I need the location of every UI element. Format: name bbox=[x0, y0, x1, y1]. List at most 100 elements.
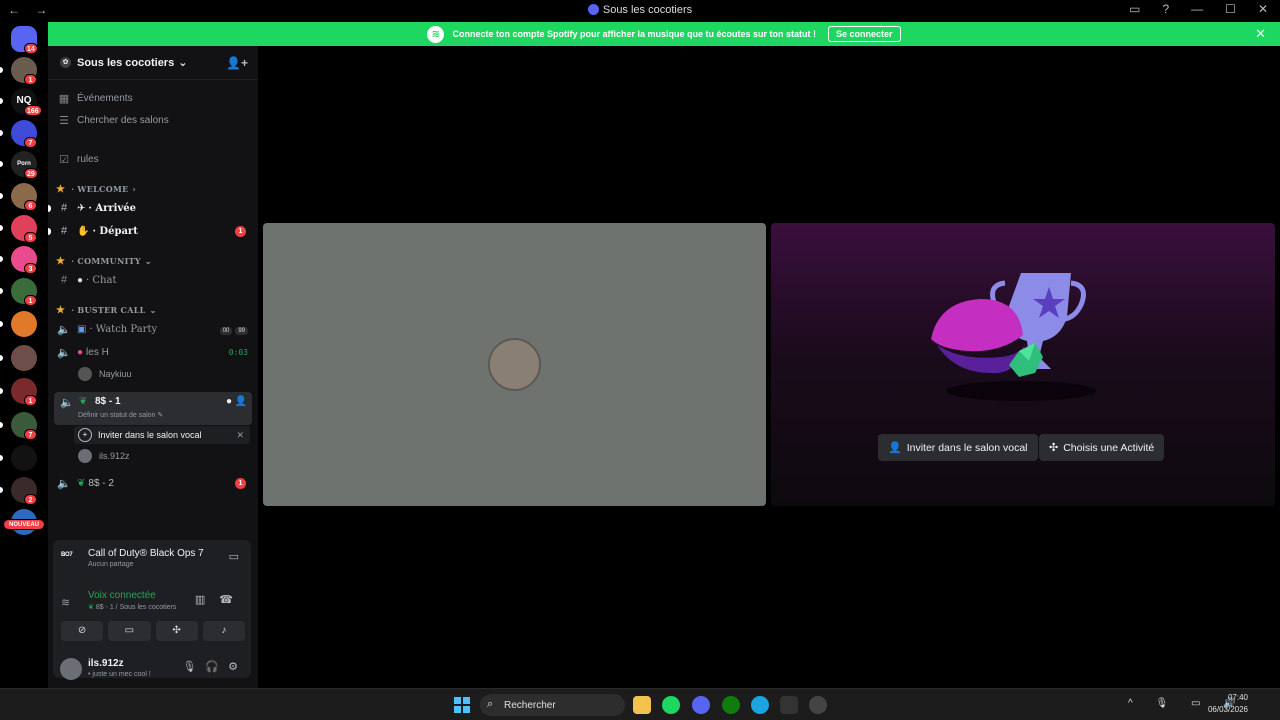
search-icon: ⌕ bbox=[487, 698, 494, 710]
title-bar: ← → Sous les cocotiers ▭ ? — ☐ ✕ bbox=[0, 0, 1280, 22]
channel-chat[interactable]: # ● · Chat bbox=[56, 270, 252, 290]
channel-label: 8$ - 1 bbox=[95, 396, 121, 407]
server-14-icon[interactable] bbox=[11, 445, 37, 471]
voice-user-naykiuu[interactable]: Naykiuu bbox=[78, 365, 132, 383]
mention-badge: 1 bbox=[235, 477, 246, 489]
user-name[interactable]: ils.912z bbox=[88, 658, 124, 669]
tv-icon: ▣ bbox=[77, 323, 87, 335]
search-label: Rechercher bbox=[504, 699, 556, 711]
banner-text: Connecte ton compte Spotify pour affiche… bbox=[452, 29, 816, 39]
wave-icon: ✋ bbox=[77, 225, 90, 237]
banner-close-icon[interactable]: ✕ bbox=[1255, 26, 1266, 42]
channel-label: · Départ bbox=[92, 225, 138, 237]
unread-indicator bbox=[0, 161, 3, 167]
maximize-icon[interactable]: ☐ bbox=[1225, 2, 1236, 16]
browse-label: Chercher des salons bbox=[77, 114, 169, 126]
windows-taskbar: ⌕ Rechercher ^ 🎙 ▭ 🔊 07:40 06/03/2026 bbox=[0, 688, 1280, 720]
invite-voice-button[interactable]: 👤 Inviter dans le salon vocal bbox=[878, 434, 1038, 461]
category-community[interactable]: ★ · COMMUNITY ⌄ bbox=[56, 251, 252, 271]
server-10-icon[interactable] bbox=[11, 311, 37, 337]
category-buster-call[interactable]: ★ · BUSTER CALL ⌄ bbox=[56, 300, 252, 320]
disconnect-icon[interactable]: ☎ bbox=[219, 594, 247, 606]
voice-user-ils912z[interactable]: ils.912z bbox=[78, 447, 130, 465]
voice-watch-party[interactable]: 🔈 ▣ · Watch Party 00 99 bbox=[56, 319, 252, 339]
dismiss-icon[interactable]: ✕ bbox=[236, 430, 244, 441]
invite-icon[interactable]: 👤 bbox=[235, 396, 247, 407]
invite-people-icon[interactable]: 👤+ bbox=[226, 56, 248, 70]
headphones-icon[interactable]: 🎧 bbox=[205, 661, 228, 673]
unread-indicator bbox=[0, 130, 3, 136]
help-icon[interactable]: ? bbox=[1162, 2, 1169, 16]
close-icon[interactable]: ✕ bbox=[1258, 2, 1268, 16]
spotify-icon[interactable] bbox=[662, 696, 680, 714]
screen-share-button[interactable]: ▭ bbox=[108, 621, 151, 641]
channel-rules[interactable]: ☑ rules bbox=[56, 149, 252, 169]
chevron-down-icon: ⌄ bbox=[149, 305, 157, 315]
server-header[interactable]: ✿ Sous les cocotiers ⌄ 👤+ bbox=[48, 46, 258, 80]
server-badge: 7 bbox=[24, 429, 37, 440]
chevron-right-icon: › bbox=[132, 184, 137, 194]
voice-connection: ≋ Voix connectée ❦ 8$ - 1 / Sous les coc… bbox=[61, 590, 247, 618]
unread-indicator bbox=[0, 225, 3, 231]
voice-status-title[interactable]: Voix connectée bbox=[88, 590, 156, 601]
microphone-icon[interactable]: 🎙 bbox=[182, 661, 205, 673]
voice-les-h[interactable]: 🔈 ● les H 0:03 bbox=[56, 342, 252, 362]
category-welcome[interactable]: ★ · WELCOME › bbox=[56, 179, 252, 199]
voice-channel-selected[interactable]: 🔈 ❦ 8$ - 1 Définir un statut de salon ✎ … bbox=[54, 392, 252, 425]
window-title: Sous les cocotiers bbox=[0, 4, 1280, 16]
server-badge: 14 bbox=[24, 43, 38, 54]
server-badge: 166 bbox=[24, 105, 42, 116]
speaker-icon: 🔈 bbox=[60, 397, 74, 409]
server-badge: 1 bbox=[24, 74, 37, 85]
set-status[interactable]: Définir un statut de salon ✎ bbox=[78, 411, 163, 419]
events-link[interactable]: ▦ Événements bbox=[56, 88, 252, 108]
user-avatar[interactable] bbox=[60, 658, 82, 680]
steam-icon[interactable] bbox=[809, 696, 827, 714]
status-label: Définir un statut de salon bbox=[78, 412, 156, 419]
voice-82[interactable]: 🔈 ❦ 8$ - 2 1 bbox=[56, 473, 252, 493]
user-name: ils.912z bbox=[99, 451, 130, 461]
edge-icon[interactable] bbox=[751, 696, 769, 714]
user-video-tile[interactable] bbox=[263, 223, 766, 506]
channel-label: 8$ - 2 bbox=[88, 477, 114, 489]
spotify-connect-button[interactable]: Se connecter bbox=[828, 26, 901, 42]
server-badge: 1 bbox=[24, 295, 37, 306]
app-icon[interactable] bbox=[780, 696, 798, 714]
invite-button-label: Inviter dans le salon vocal bbox=[906, 441, 1028, 454]
browse-channels-link[interactable]: ☰ Chercher des salons bbox=[56, 110, 252, 130]
channel-label: · Arrivée bbox=[88, 202, 136, 214]
camera-off-button[interactable]: ⊘ bbox=[61, 621, 104, 641]
spotify-banner: ≋ Connecte ton compte Spotify pour affic… bbox=[48, 22, 1280, 46]
server-11-icon[interactable] bbox=[11, 345, 37, 371]
activities-button[interactable]: ✣ bbox=[155, 621, 198, 641]
channel-depart[interactable]: # ✋ · Départ 1 bbox=[48, 221, 252, 241]
channel-arrivee[interactable]: # ✈ · Arrivée bbox=[48, 198, 252, 218]
user-avatar bbox=[488, 338, 541, 391]
taskbar-search[interactable]: ⌕ Rechercher bbox=[480, 694, 625, 716]
new-badge: NOUVEAU bbox=[3, 519, 45, 530]
user-name: Naykiuu bbox=[99, 369, 132, 379]
plane-icon: ✈ bbox=[77, 202, 86, 214]
windows-start-icon[interactable] bbox=[454, 697, 470, 713]
choose-activity-button[interactable]: ✣ Choisis une Activité bbox=[1039, 434, 1165, 461]
noise-suppression-icon[interactable]: ▥ bbox=[195, 594, 219, 606]
stream-game-icon[interactable]: ▭ bbox=[229, 550, 239, 563]
minimize-icon[interactable]: — bbox=[1191, 2, 1203, 16]
star-icon: ★ bbox=[56, 183, 66, 195]
invite-voice-row[interactable]: + Inviter dans le salon vocal ✕ bbox=[74, 426, 250, 444]
time: 07:40 bbox=[1227, 693, 1248, 702]
clock[interactable]: 07:40 06/03/2026 bbox=[1208, 692, 1248, 716]
chat-icon[interactable]: ● bbox=[226, 396, 232, 407]
hash-icon: # bbox=[60, 225, 68, 237]
unread-indicator bbox=[0, 98, 3, 104]
gear-icon[interactable]: ⚙ bbox=[228, 661, 247, 673]
xbox-icon[interactable] bbox=[722, 696, 740, 714]
unread-indicator bbox=[0, 388, 3, 394]
file-explorer-icon[interactable] bbox=[633, 696, 651, 714]
discord-icon[interactable] bbox=[692, 696, 710, 714]
inbox-icon[interactable]: ▭ bbox=[1129, 2, 1140, 16]
server-icon: ✿ bbox=[60, 57, 71, 68]
unread-indicator bbox=[0, 455, 3, 461]
soundboard-button[interactable]: ♪ bbox=[202, 621, 245, 641]
rules-icon: ☑ bbox=[59, 153, 69, 166]
